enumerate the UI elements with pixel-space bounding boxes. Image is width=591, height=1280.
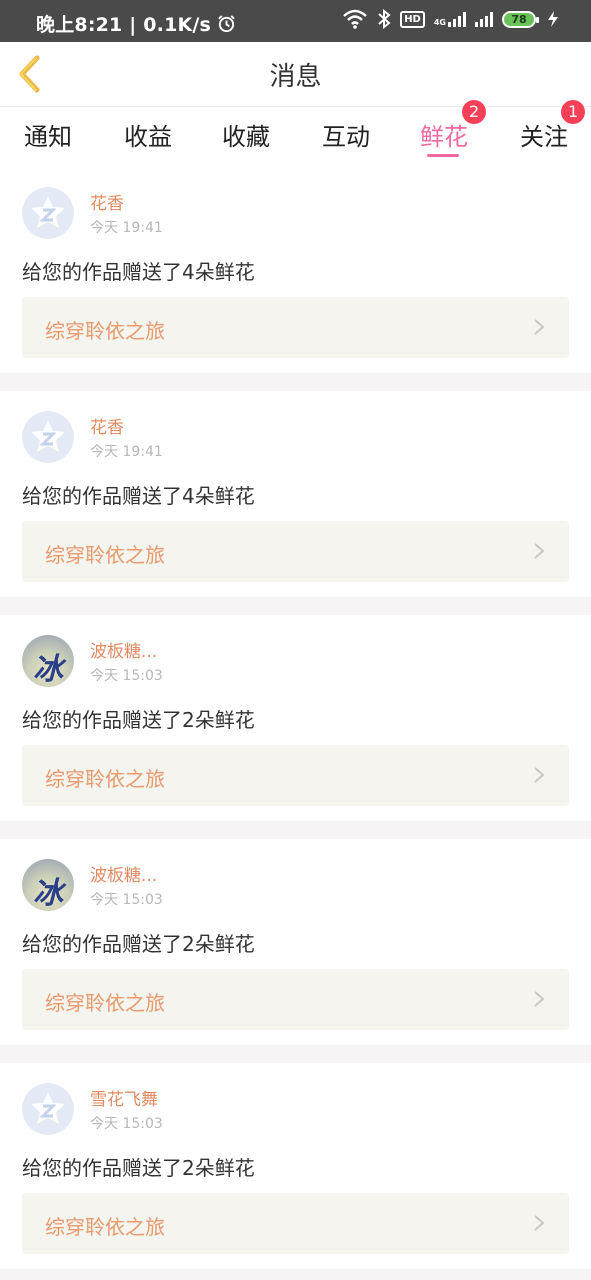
- work-title: 综穿聆依之旅: [45, 1215, 165, 1239]
- tab-earnings[interactable]: 收益: [124, 117, 172, 152]
- signal-bars-icon: [475, 11, 493, 27]
- message-time: 今天 19:41: [90, 220, 163, 236]
- message-text: 给您的作品赠送了2朵鲜花: [22, 1156, 255, 1180]
- list-item[interactable]: 雪花飞舞 今天 15:03 给您的作品赠送了2朵鲜花 综穿聆依之旅: [0, 1063, 591, 1269]
- default-avatar-icon: [22, 1083, 74, 1135]
- tab-interaction[interactable]: 互动: [322, 117, 370, 152]
- hd-indicator: HD: [400, 10, 425, 28]
- message-time: 今天 15:03: [90, 1116, 163, 1132]
- chevron-right-icon: [534, 319, 545, 335]
- avatar[interactable]: 冰: [22, 859, 74, 911]
- tab-bar: 通知 收益 收藏 互动 鲜花 关注 2 1: [0, 100, 591, 167]
- work-title: 综穿聆依之旅: [45, 319, 165, 343]
- page-title: 消息: [269, 62, 322, 92]
- message-text: 给您的作品赠送了4朵鲜花: [22, 484, 255, 508]
- list-item[interactable]: 花香 今天 19:41 给您的作品赠送了4朵鲜花 综穿聆依之旅: [0, 167, 591, 373]
- list-item[interactable]: 冰 波板糖... 今天 15:03 给您的作品赠送了2朵鲜花 综穿聆依之旅: [0, 839, 591, 1045]
- battery-icon: 78: [502, 10, 539, 28]
- message-time: 今天 19:41: [90, 444, 163, 460]
- tab-notice[interactable]: 通知: [24, 117, 72, 152]
- default-avatar-icon: [22, 411, 74, 463]
- charging-icon: [548, 11, 558, 27]
- follow-badge: 1: [561, 100, 586, 124]
- avatar[interactable]: [22, 187, 74, 239]
- message-time: 今天 15:03: [90, 892, 163, 908]
- work-link[interactable]: 综穿聆依之旅: [22, 745, 569, 806]
- status-time: 晚上8:21 | 0.1K/s: [36, 10, 236, 37]
- list-item[interactable]: 花香 今天 19:41 给您的作品赠送了4朵鲜花 综穿聆依之旅: [0, 391, 591, 597]
- photo-avatar: 冰: [33, 876, 63, 911]
- message-time: 今天 15:03: [90, 668, 163, 684]
- chevron-right-icon: [534, 543, 545, 559]
- chevron-right-icon: [534, 767, 545, 783]
- work-link[interactable]: 综穿聆依之旅: [22, 969, 569, 1030]
- message-text: 给您的作品赠送了2朵鲜花: [22, 932, 255, 956]
- work-link[interactable]: 综穿聆依之旅: [22, 297, 569, 358]
- wifi-icon: [343, 9, 368, 29]
- signal-4g: 4G: [434, 11, 466, 27]
- avatar[interactable]: 冰: [22, 635, 74, 687]
- avatar[interactable]: [22, 411, 74, 463]
- app-header: 消息: [0, 42, 591, 107]
- tab-follow[interactable]: 关注: [520, 117, 568, 152]
- default-avatar-icon: [22, 187, 74, 239]
- tab-flowers[interactable]: 鲜花: [420, 117, 468, 152]
- chevron-right-icon: [534, 991, 545, 1007]
- flowers-badge: 2: [462, 100, 487, 124]
- list-item[interactable]: 冰 波板糖... 今天 15:03 给您的作品赠送了2朵鲜花 综穿聆依之旅: [0, 615, 591, 821]
- work-title: 综穿聆依之旅: [45, 991, 165, 1015]
- sender-name[interactable]: 花香: [90, 413, 124, 438]
- sender-name[interactable]: 雪花飞舞: [90, 1085, 158, 1110]
- work-title: 综穿聆依之旅: [45, 767, 165, 791]
- active-tab-indicator: [427, 154, 459, 157]
- work-link[interactable]: 综穿聆依之旅: [22, 521, 569, 582]
- signal-bars-icon: [448, 11, 466, 27]
- bluetooth-icon: [378, 9, 391, 29]
- chevron-right-icon: [534, 1215, 545, 1231]
- status-bar: 晚上8:21 | 0.1K/s HD 4G 78: [0, 0, 591, 42]
- avatar[interactable]: [22, 1083, 74, 1135]
- photo-avatar: 冰: [33, 652, 63, 687]
- work-title: 综穿聆依之旅: [45, 543, 165, 567]
- alarm-icon: [218, 15, 235, 33]
- message-text: 给您的作品赠送了2朵鲜花: [22, 708, 255, 732]
- sender-name[interactable]: 花香: [90, 189, 124, 214]
- tab-favorites[interactable]: 收藏: [222, 117, 270, 152]
- work-link[interactable]: 综穿聆依之旅: [22, 1193, 569, 1254]
- message-text: 给您的作品赠送了4朵鲜花: [22, 260, 255, 284]
- sender-name[interactable]: 波板糖...: [90, 861, 157, 886]
- sender-name[interactable]: 波板糖...: [90, 637, 157, 662]
